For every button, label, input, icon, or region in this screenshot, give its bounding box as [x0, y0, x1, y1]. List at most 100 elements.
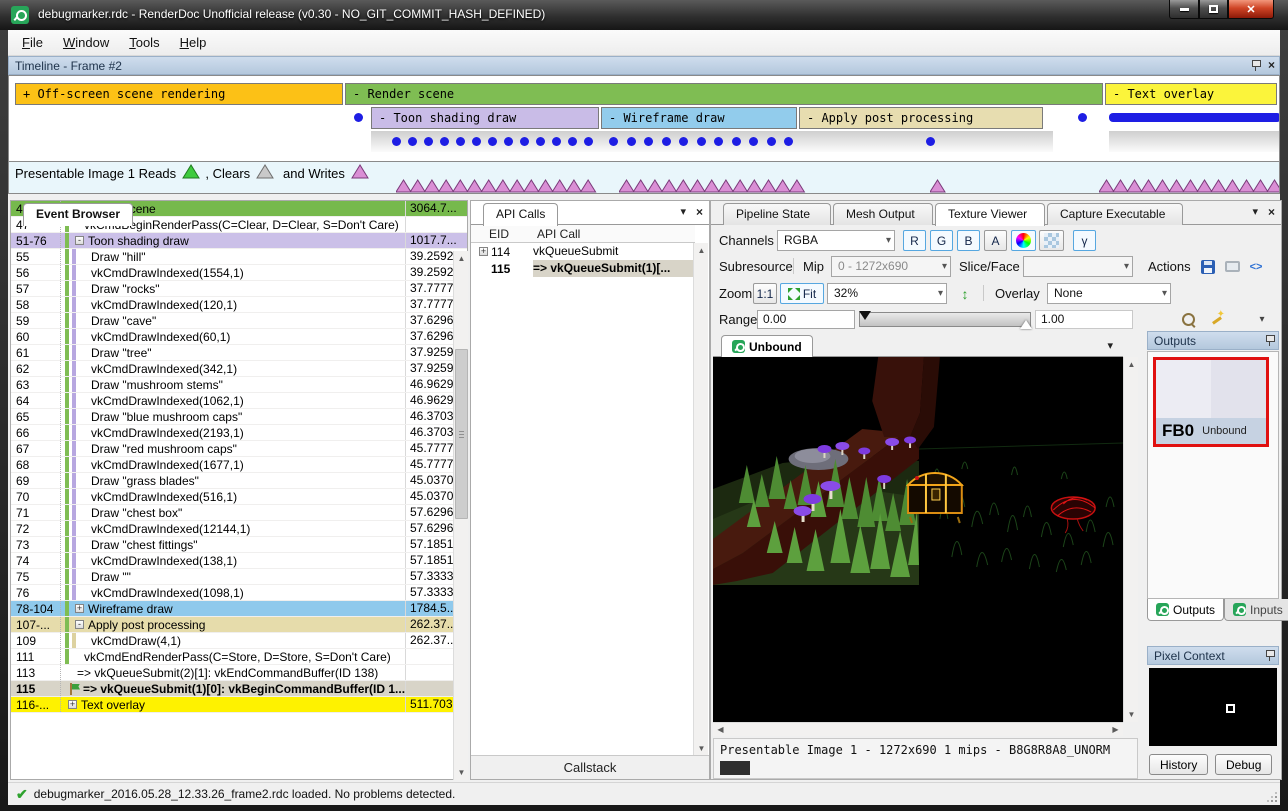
draw-event-dot[interactable] — [697, 137, 706, 146]
tab-event-browser[interactable]: Event Browser — [23, 203, 133, 226]
draw-event-dot[interactable] — [609, 137, 618, 146]
draw-event-dot[interactable] — [568, 137, 577, 146]
event-row[interactable]: 70vkCmdDrawIndexed(516,1)45.03704 — [11, 489, 467, 505]
scrollbar-thumb[interactable] — [455, 349, 468, 519]
event-row[interactable]: 69Draw "grass blades"45.03704 — [11, 473, 467, 489]
channel-green-toggle[interactable]: G — [930, 230, 953, 251]
tab-outputs[interactable]: Outputs — [1147, 599, 1224, 621]
scroll-down-icon[interactable]: ▼ — [454, 765, 469, 780]
tab-inputs[interactable]: Inputs — [1224, 599, 1288, 621]
gamma-toggle[interactable]: γ — [1073, 230, 1096, 251]
event-row[interactable]: 67Draw "red mushroom caps"45.77778 — [11, 441, 467, 457]
tab-capture-executable[interactable]: Capture Executable — [1047, 203, 1183, 225]
toolbar-overflow-icon[interactable]: ▾ — [1255, 310, 1269, 329]
pixel-context-header[interactable]: Pixel Context — [1147, 646, 1279, 665]
event-row[interactable]: 72vkCmdDrawIndexed(12144,1)57.62963 — [11, 521, 467, 537]
draw-event-dot[interactable] — [749, 137, 758, 146]
zoom-fit-button[interactable]: Fit — [780, 283, 824, 304]
timeline-marker-bar[interactable]: - Render scene — [345, 83, 1103, 105]
api-calls-vscrollbar[interactable]: ▲ ▼ — [693, 243, 708, 756]
event-row[interactable]: 65Draw "blue mushroom caps"46.37037 — [11, 409, 467, 425]
event-row[interactable]: 116-...+Text overlay511.7037 — [11, 697, 467, 713]
event-row[interactable]: 78-104+Wireframe draw1784.5... — [11, 601, 467, 617]
close-icon[interactable]: × — [1268, 58, 1275, 72]
draw-event-dot[interactable] — [732, 137, 741, 146]
draw-event-dot[interactable] — [456, 137, 465, 146]
save-texture-icon[interactable] — [1198, 257, 1218, 276]
range-max-field[interactable]: 1.00 — [1035, 310, 1133, 329]
draw-event-dot[interactable] — [714, 137, 723, 146]
zoom-1to1-button[interactable]: 1:1 — [753, 283, 777, 304]
write-usage-markers[interactable] — [930, 179, 950, 193]
event-row[interactable]: 63Draw "mushroom stems"46.96296 — [11, 377, 467, 393]
draw-event-dot[interactable] — [504, 137, 513, 146]
event-row[interactable]: 109vkCmdDraw(4,1)262.37... — [11, 633, 467, 649]
draw-event-dot[interactable] — [520, 137, 529, 146]
event-row[interactable]: 60vkCmdDrawIndexed(60,1)37.62963 — [11, 329, 467, 345]
tab-texture-viewer[interactable]: Texture Viewer — [935, 203, 1045, 226]
event-row[interactable]: 74vkCmdDrawIndexed(138,1)57.18518 — [11, 553, 467, 569]
chevron-down-icon[interactable]: ▾ — [1252, 205, 1258, 219]
fb0-thumbnail[interactable]: FB0 Unbound — [1153, 357, 1269, 447]
expand-icon[interactable]: + — [68, 700, 77, 709]
draw-event-dot[interactable] — [354, 113, 363, 122]
scroll-up-icon[interactable]: ▲ — [454, 251, 469, 266]
event-row[interactable]: 59Draw "cave"37.62963 — [11, 313, 467, 329]
event-row[interactable]: 75Draw ""57.33333 — [11, 569, 467, 585]
draw-event-dot[interactable] — [424, 137, 433, 146]
texture-hscrollbar[interactable]: ◀ ▶ — [713, 722, 1123, 736]
write-usage-markers[interactable] — [619, 179, 810, 193]
chevron-down-icon[interactable]: ▾ — [680, 205, 686, 219]
event-row[interactable]: 58vkCmdDrawIndexed(120,1)37.77778 — [11, 297, 467, 313]
draw-event-dot[interactable] — [679, 137, 688, 146]
draw-event-dot[interactable] — [926, 137, 935, 146]
timeline-marker-bar[interactable]: - Toon shading draw — [371, 107, 599, 129]
timeline-marker-bar[interactable]: - Wireframe draw — [601, 107, 797, 129]
close-icon[interactable]: × — [1268, 205, 1275, 219]
range-min-field[interactable]: 0.00 — [757, 310, 855, 329]
color-wheel-toggle[interactable] — [1011, 230, 1036, 251]
flip-y-icon[interactable]: ↕ — [955, 284, 975, 303]
write-usage-markers[interactable] — [1099, 179, 1280, 193]
draw-event-dot[interactable] — [1078, 113, 1087, 122]
draw-event-dot[interactable] — [408, 137, 417, 146]
range-max-handle[interactable] — [1020, 320, 1032, 329]
write-usage-markers[interactable] — [396, 179, 601, 193]
scroll-right-icon[interactable]: ▶ — [1108, 723, 1123, 737]
menu-tools[interactable]: Tools — [119, 31, 169, 54]
scroll-down-icon[interactable]: ▼ — [1124, 707, 1139, 722]
draw-event-dot[interactable] — [488, 137, 497, 146]
texture-image[interactable] — [713, 357, 1123, 722]
texture-vscrollbar[interactable]: ▲ ▼ — [1123, 357, 1138, 722]
close-icon[interactable]: × — [696, 205, 703, 219]
overlay-select[interactable]: None — [1047, 283, 1171, 304]
draw-event-dot[interactable] — [552, 137, 561, 146]
range-slider[interactable] — [859, 312, 1031, 327]
collapse-icon[interactable]: - — [75, 620, 84, 629]
maximize-button[interactable] — [1199, 0, 1228, 19]
view-code-icon[interactable]: <> — [1246, 257, 1266, 276]
event-row[interactable]: 76vkCmdDrawIndexed(1098,1)57.33333 — [11, 585, 467, 601]
column-eid[interactable]: EID — [471, 225, 533, 242]
callstack-label[interactable]: Callstack — [471, 755, 709, 779]
scroll-down-icon[interactable]: ▼ — [694, 741, 709, 756]
event-row[interactable]: 73Draw "chest fittings"57.18518 — [11, 537, 467, 553]
timeline-marker-bar[interactable]: + Off-screen scene rendering — [15, 83, 343, 105]
tab-mesh-output[interactable]: Mesh Output — [833, 203, 933, 225]
event-row[interactable]: 111vkCmdEndRenderPass(C=Store, D=Store, … — [11, 649, 467, 665]
draw-event-dot[interactable] — [536, 137, 545, 146]
draw-event-dot[interactable] — [627, 137, 636, 146]
event-row[interactable]: 113=> vkQueueSubmit(2)[1]: vkEndCommandB… — [11, 665, 467, 681]
event-row[interactable]: 51-76-Toon shading draw1017.7... — [11, 233, 467, 249]
channel-alpha-toggle[interactable]: A — [984, 230, 1007, 251]
event-row[interactable]: 61Draw "tree"37.92593 — [11, 345, 467, 361]
channels-select[interactable]: RGBA — [777, 230, 895, 251]
event-row[interactable]: 57Draw "rocks"37.77778 — [11, 281, 467, 297]
open-link-icon[interactable] — [1222, 257, 1242, 276]
draw-event-dot[interactable] — [644, 137, 653, 146]
event-browser-vscrollbar[interactable]: ▲ ▼ — [453, 251, 468, 780]
draw-event-dot[interactable] — [584, 137, 593, 146]
draw-events-pill[interactable] — [1109, 113, 1280, 122]
timeline-marker-bar[interactable]: - Text overlay — [1105, 83, 1277, 105]
close-button[interactable]: ✕ — [1228, 0, 1274, 19]
